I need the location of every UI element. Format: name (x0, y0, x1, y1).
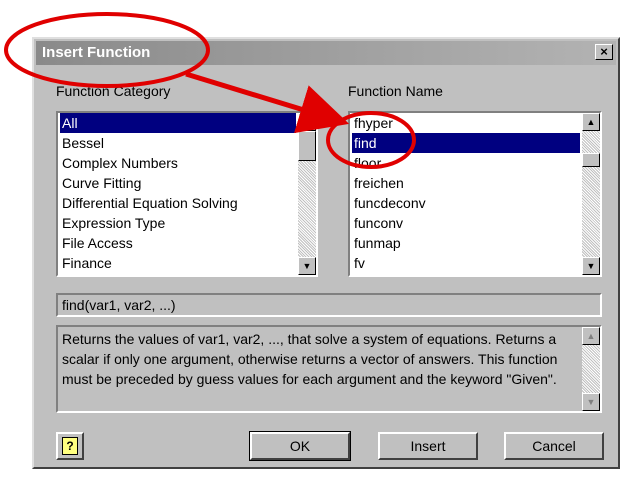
category-list-item[interactable]: Complex Numbers (60, 153, 296, 173)
function-name-label: Function Name (348, 83, 443, 99)
function-name-list-item[interactable]: funmap (352, 233, 580, 253)
description-scrollbar[interactable]: ▲ ▼ (582, 327, 600, 411)
close-icon: × (600, 44, 608, 59)
function-name-list-item[interactable]: floor (352, 153, 580, 173)
function-name-list-item[interactable]: fv (352, 253, 580, 273)
function-name-list-item[interactable]: fvadj (352, 273, 580, 275)
insert-button[interactable]: Insert (378, 432, 478, 460)
function-name-list-item[interactable]: funcdeconv (352, 193, 580, 213)
category-list-item[interactable]: Expression Type (60, 213, 296, 233)
category-list-item[interactable]: File Access (60, 233, 296, 253)
category-list-item[interactable]: Curve Fitting (60, 173, 296, 193)
category-list-item[interactable]: Finance (60, 253, 296, 273)
arrow-up-icon: ▲ (586, 331, 596, 341)
scroll-down-button[interactable]: ▼ (298, 257, 316, 275)
function-description-box: Returns the values of var1, var2, ..., t… (56, 325, 602, 413)
scroll-down-button[interactable]: ▼ (582, 393, 600, 411)
category-list-item[interactable]: All (60, 113, 296, 133)
help-button[interactable]: ? (56, 432, 84, 460)
function-description: Returns the values of var1, var2, ..., t… (62, 331, 558, 387)
scroll-thumb[interactable] (298, 131, 316, 161)
insert-function-dialog: Insert Function × Function Category Func… (32, 37, 620, 469)
close-button[interactable]: × (595, 44, 613, 60)
scroll-down-button[interactable]: ▼ (582, 257, 600, 275)
function-category-list[interactable]: All Bessel Complex Numbers Curve Fitting Dif… (56, 111, 318, 277)
function-name-list[interactable]: fhyper find floor freichen funcdeconv funconv… (348, 111, 602, 277)
category-scrollbar[interactable]: ▲ ▼ (298, 113, 316, 275)
title-bar: Insert Function × (36, 41, 616, 65)
scroll-up-button[interactable]: ▲ (582, 113, 600, 131)
category-list-item[interactable]: Differential Equation Solving (60, 193, 296, 213)
function-name-list-item[interactable]: freichen (352, 173, 580, 193)
ok-button[interactable]: OK (249, 431, 351, 461)
function-category-label: Function Category (56, 83, 171, 99)
function-name-list-item[interactable]: find (352, 133, 580, 153)
category-list-item[interactable]: Bessel (60, 133, 296, 153)
scroll-thumb[interactable] (582, 153, 600, 167)
arrow-up-icon: ▲ (302, 117, 312, 127)
arrow-down-icon: ▼ (302, 261, 312, 271)
arrow-down-icon: ▼ (586, 397, 596, 407)
arrow-down-icon: ▼ (586, 261, 596, 271)
function-name-list-item[interactable]: fhyper (352, 113, 580, 133)
dialog-title: Insert Function (42, 44, 151, 61)
scroll-up-button[interactable]: ▲ (298, 113, 316, 131)
function-name-scrollbar[interactable]: ▲ ▼ (582, 113, 600, 275)
category-list-item[interactable]: Fourier Transform (60, 273, 296, 275)
function-name-list-item[interactable]: funconv (352, 213, 580, 233)
arrow-up-icon: ▲ (586, 117, 596, 127)
help-icon: ? (62, 437, 78, 455)
cancel-button[interactable]: Cancel (504, 432, 604, 460)
function-signature: find(var1, var2, ...) (56, 293, 602, 317)
scroll-up-button[interactable]: ▲ (582, 327, 600, 345)
